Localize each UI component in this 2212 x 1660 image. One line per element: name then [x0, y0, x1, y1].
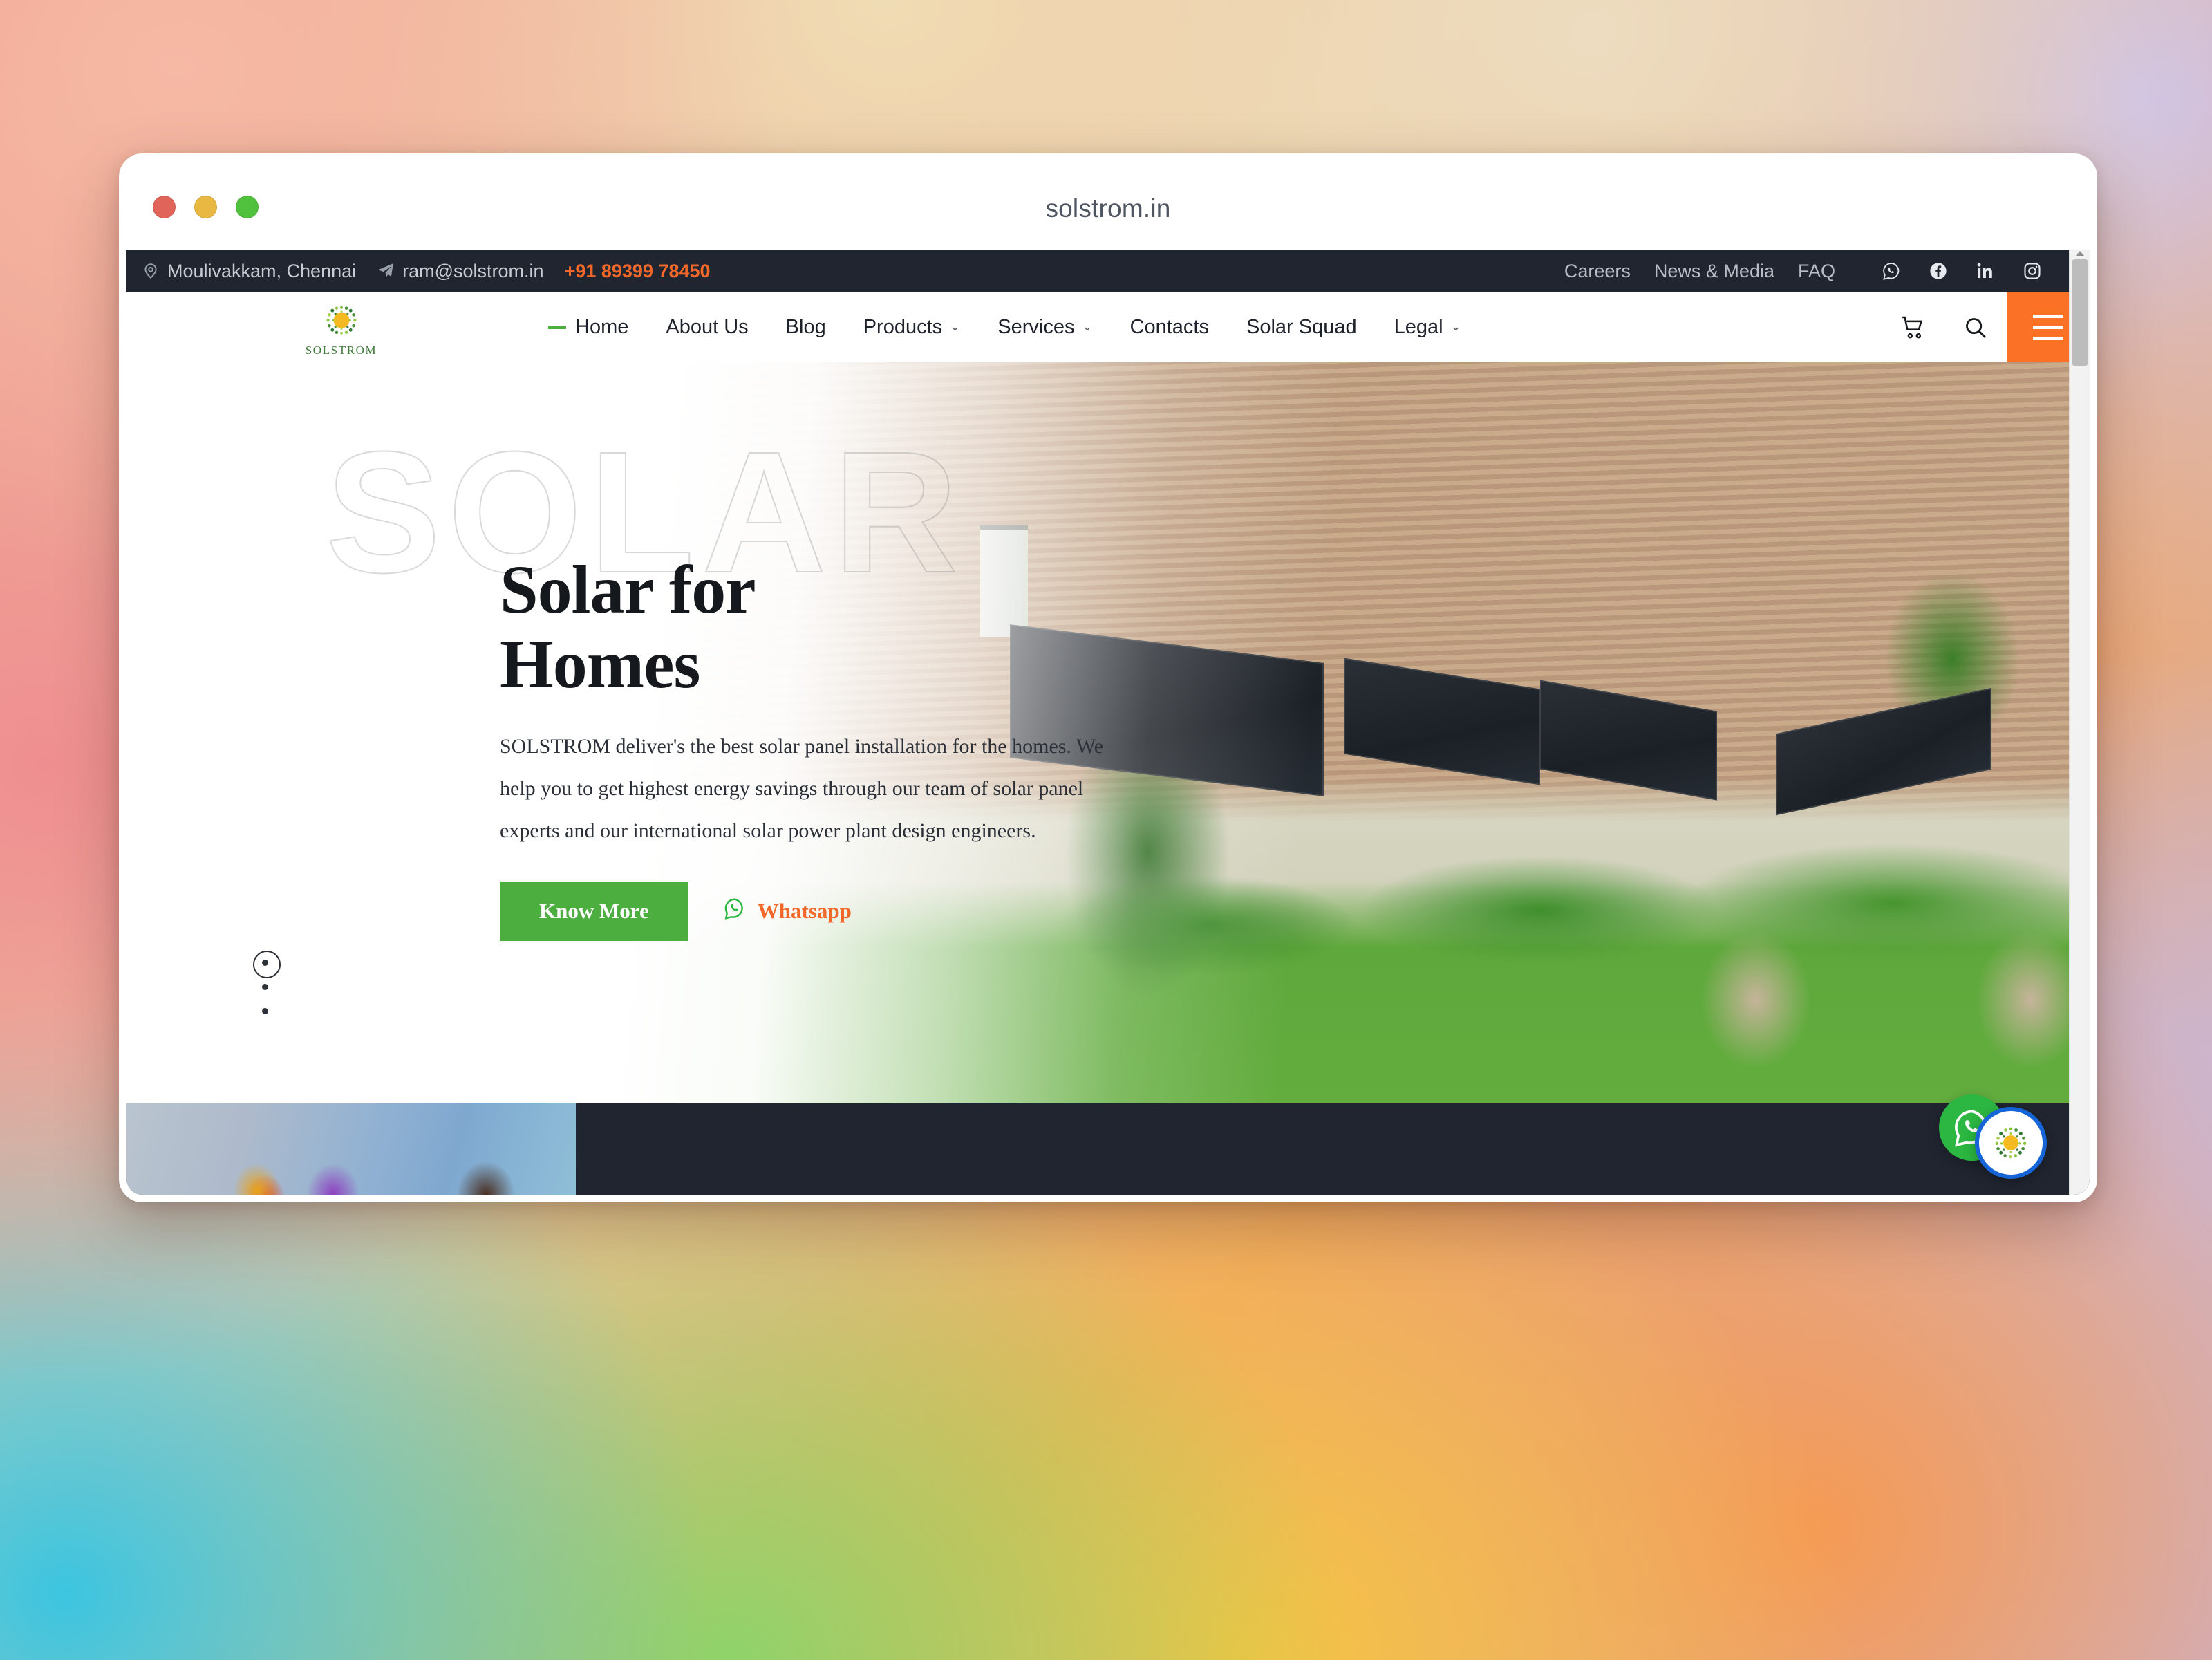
nav-item-solar-squad[interactable]: Solar Squad [1228, 316, 1376, 339]
site-logo[interactable]: SOLSTROM [263, 300, 419, 357]
slider-dot-3[interactable] [262, 1008, 268, 1014]
solstrom-chat-widget-button[interactable] [1975, 1107, 2047, 1179]
whatsapp-link[interactable]: Whatsapp [723, 897, 852, 926]
nav-label-home: Home [575, 316, 629, 338]
nav-label-about-us: About Us [666, 316, 749, 338]
cart-icon[interactable] [1882, 292, 1944, 362]
phone-text: +91 89399 78450 [564, 260, 711, 281]
chevron-down-icon: ⌄ [1450, 319, 1461, 333]
linkedin-icon[interactable] [1975, 261, 1996, 281]
location-item: Moulivakkam, Chennai [142, 261, 356, 282]
hero-title-line-2: Homes [500, 626, 700, 702]
slider-dot-2[interactable] [262, 984, 268, 990]
hero-title-line-1: Solar for [500, 551, 756, 628]
nav-label-contacts: Contacts [1130, 316, 1209, 338]
page-viewport: Moulivakkam, Chennai ram@solstrom.in +91… [126, 250, 2090, 1195]
top-bar-links-group: Careers News & Media FAQ [1541, 261, 2043, 282]
social-links [1881, 261, 2043, 281]
scroll-up-arrow-icon[interactable] [2076, 251, 2084, 256]
paper-plane-icon [377, 262, 395, 280]
instagram-icon[interactable] [2022, 261, 2043, 281]
hero-title: Solar for Homes [500, 552, 1191, 702]
facebook-icon[interactable] [1928, 261, 1949, 281]
site-navbar: SOLSTROM Home About Us Blog Products ⌄ S… [126, 292, 2090, 362]
solstrom-sun-logo-icon [326, 306, 356, 335]
nav-item-legal[interactable]: Legal ⌄ [1376, 316, 1480, 339]
top-link-faq[interactable]: FAQ [1798, 261, 1835, 282]
slider-pagination [252, 950, 281, 1014]
primary-navigation: Home About Us Blog Products ⌄ Services ⌄ [529, 316, 1480, 339]
email-item[interactable]: ram@solstrom.in [377, 260, 544, 282]
solstrom-sun-icon [1995, 1127, 2027, 1159]
vertical-scroll-thumb[interactable] [2072, 259, 2088, 366]
phone-item[interactable]: +91 89399 78450 [565, 261, 711, 282]
nav-label-blog: Blog [785, 316, 826, 338]
whatsapp-icon[interactable] [1881, 261, 1902, 281]
slider-dot-1[interactable] [252, 950, 281, 978]
browser-window: solstrom.in Moulivakkam, Chennai ram@sol… [119, 153, 2097, 1202]
desktop-background: solstrom.in Moulivakkam, Chennai ram@sol… [0, 0, 2212, 1660]
hero-slider: SOLAR Solar for Homes SOLSTROM deliver's… [126, 362, 2090, 1103]
logo-wordmark: SOLSTROM [305, 344, 377, 357]
location-pin-icon [142, 262, 160, 280]
nav-item-about-us[interactable]: About Us [647, 316, 767, 339]
whatsapp-label: Whatsapp [757, 898, 852, 923]
nav-label-legal: Legal [1394, 316, 1443, 338]
nav-item-blog[interactable]: Blog [767, 316, 845, 339]
site-top-bar: Moulivakkam, Chennai ram@solstrom.in +91… [126, 250, 2090, 292]
hero-actions: Know More Whatsapp [500, 881, 1191, 941]
nav-label-services: Services [997, 316, 1075, 338]
solar-farm-photo [126, 1103, 576, 1195]
browser-tab-title: solstrom.in [1045, 194, 1171, 223]
know-more-button[interactable]: Know More [500, 881, 688, 941]
page-scrollbar[interactable] [2069, 250, 2090, 1195]
search-icon[interactable] [1944, 292, 2007, 362]
browser-titlebar: solstrom.in [126, 161, 2090, 250]
nav-item-home[interactable]: Home [529, 316, 647, 339]
active-indicator-dash [548, 326, 566, 329]
top-bar-contact-group: Moulivakkam, Chennai ram@solstrom.in +91… [142, 261, 731, 282]
hamburger-line [2033, 326, 2063, 329]
hero-description: SOLSTROM deliver's the best solar panel … [500, 735, 1104, 843]
nav-label-solar-squad: Solar Squad [1246, 316, 1357, 338]
location-text: Moulivakkam, Chennai [167, 260, 357, 281]
navbar-actions [1882, 292, 2090, 362]
email-text: ram@solstrom.in [402, 260, 544, 281]
next-section-preview [126, 1103, 2090, 1195]
nav-item-services[interactable]: Services ⌄ [979, 316, 1111, 339]
nav-label-products: Products [863, 316, 943, 338]
hero-content: Solar for Homes SOLSTROM deliver's the b… [500, 552, 1191, 941]
whatsapp-icon [723, 897, 747, 926]
dark-content-block [576, 1103, 2090, 1195]
top-link-careers[interactable]: Careers [1564, 261, 1631, 282]
hamburger-line [2033, 337, 2063, 340]
nav-item-products[interactable]: Products ⌄ [845, 316, 980, 339]
chevron-down-icon: ⌄ [950, 319, 961, 333]
hamburger-line [2033, 315, 2063, 318]
chevron-down-icon: ⌄ [1082, 319, 1093, 333]
top-link-news-media[interactable]: News & Media [1654, 261, 1774, 282]
nav-item-contacts[interactable]: Contacts [1112, 316, 1228, 339]
